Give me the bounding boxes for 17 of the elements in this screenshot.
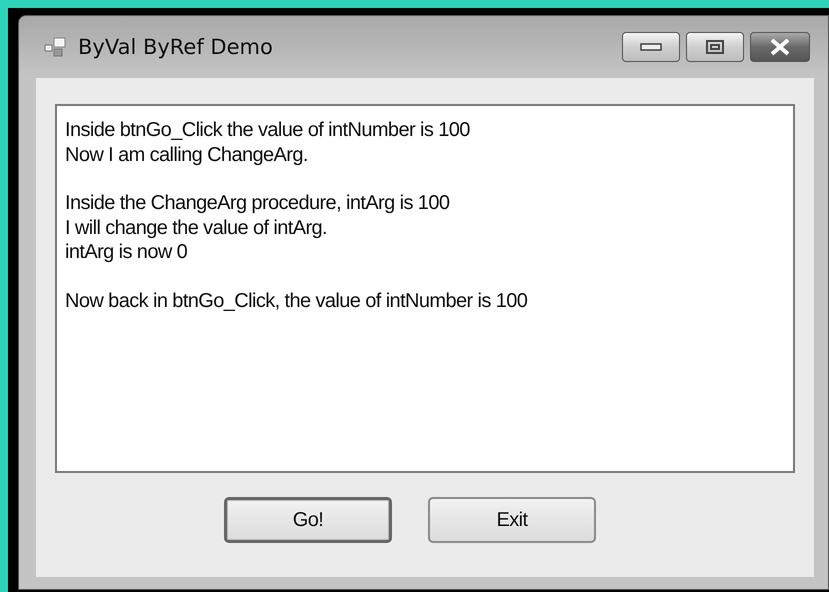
action-button[interactable]: Go! bbox=[224, 497, 392, 543]
close-button[interactable] bbox=[750, 32, 810, 62]
minimize-icon bbox=[640, 42, 662, 52]
output-line: Inside btnGo_Click the value of intNumber is 100 bbox=[65, 118, 471, 142]
output-line: intArg is now 0 bbox=[65, 240, 188, 264]
maximize-button[interactable] bbox=[686, 32, 744, 62]
maximize-icon bbox=[705, 39, 725, 55]
output-line: I will change the value of intArg. bbox=[65, 216, 328, 240]
window-title: ByVal ByRef Demo bbox=[78, 35, 274, 59]
output-line: Now I am calling ChangeArg. bbox=[65, 142, 309, 167]
output-line: Now back in btnGo_Click, the value of intNumber is 100 bbox=[65, 288, 528, 313]
action-button[interactable]: Exit bbox=[428, 497, 596, 543]
app-icon bbox=[44, 36, 66, 58]
minimize-button[interactable] bbox=[622, 32, 680, 62]
close-icon bbox=[768, 38, 792, 56]
output-text-area[interactable] bbox=[55, 104, 795, 473]
output-line: Inside the ChangeArg procedure, intArg is 100 bbox=[65, 191, 450, 216]
